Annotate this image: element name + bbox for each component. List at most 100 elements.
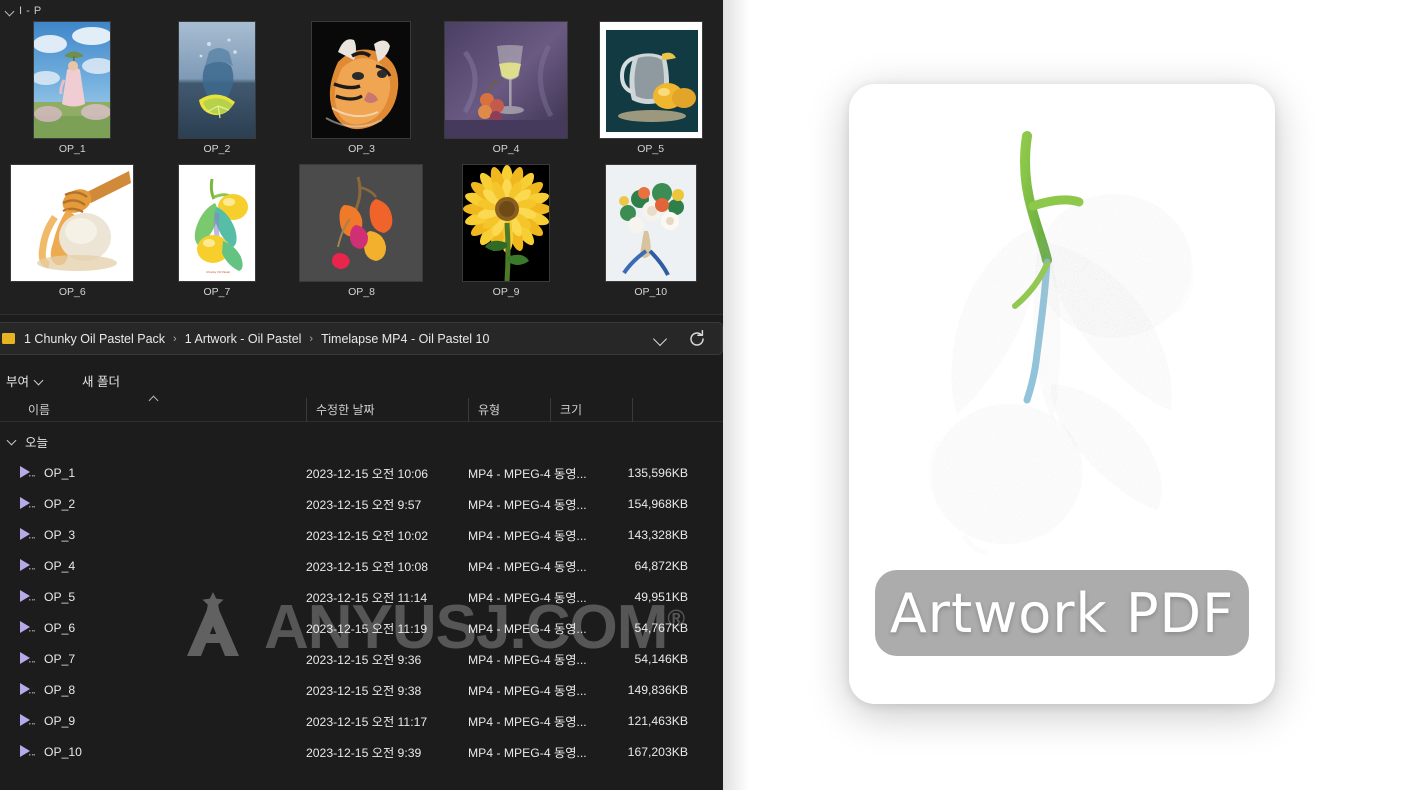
thumbnail-item[interactable]: OP_3 [289,18,434,155]
thumbnail-grid: OP_1 OP_2 OP_3 OP_4 OP_5 OP_6 Chunky Oil… [0,18,723,298]
file-type-cell: MP4 - MPEG-4 동영... [468,559,587,574]
table-row[interactable]: OP_6 2023-12-15 오전 11:19 MP4 - MPEG-4 동영..… [0,612,723,643]
thumbnail-label: OP_1 [58,143,86,155]
file-name-label: OP_6 [44,620,76,635]
thumbnail-item[interactable]: OP_4 [434,18,579,155]
thumbnail-label: OP_2 [203,143,231,155]
table-row[interactable]: OP_4 2023-12-15 오전 10:08 MP4 - MPEG-4 동영..… [0,550,723,581]
file-size-cell: 121,463KB [627,713,688,728]
file-name-label: OP_3 [44,527,76,542]
thumbnail-item[interactable]: OP_1 [0,18,145,155]
thumbnail-item[interactable]: OP_9 [434,161,579,298]
breadcrumb: 1 Chunky Oil Pastel Pack › 1 Artwork - Oil… [21,330,650,348]
video-file-icon [20,683,35,696]
thumbnail-label: OP_4 [492,143,520,155]
paste-button[interactable]: 부여 [0,367,50,394]
table-row[interactable]: OP_8 2023-12-15 오전 9:38 MP4 - MPEG-4 동영...… [0,674,723,705]
file-name-label: OP_8 [44,682,76,697]
file-size-cell: 167,203KB [627,744,688,759]
file-date-cell: 2023-12-15 오전 11:14 [306,590,428,605]
column-header-name[interactable]: 이름 [0,398,306,422]
file-type-cell: MP4 - MPEG-4 동영... [468,745,587,760]
new-folder-button-label: 새 폴더 [82,374,120,389]
table-row[interactable]: OP_7 2023-12-15 오전 9:36 MP4 - MPEG-4 동영...… [0,643,723,674]
column-header-size[interactable]: 크기 [550,397,632,422]
table-row[interactable]: OP_2 2023-12-15 오전 9:57 MP4 - MPEG-4 동영...… [0,488,723,519]
file-explorer-window: I - P OP_1 OP_2 OP_3 OP_4 OP_5 OP_6 Chun… [0,0,723,790]
file-name-cell: OP_2 [0,497,306,511]
file-date-cell: 2023-12-15 오전 11:19 [306,621,428,636]
breadcrumb-item[interactable]: 1 Chunky Oil Pastel Pack [21,330,168,348]
thumbnail-item[interactable]: OP_6 [0,161,145,298]
column-header-date-modified[interactable]: 수정한 날짜 [306,397,468,422]
tiger-portrait-thumbnail [311,21,412,139]
table-row[interactable]: OP_1 2023-12-15 오전 10:06 MP4 - MPEG-4 동영..… [0,457,723,488]
thumbnail-item[interactable]: OP_10 [578,161,723,298]
file-size-cell: 54,146KB [634,651,688,666]
command-bar: 부여 새 폴더 [0,366,723,394]
screen: I - P OP_1 OP_2 OP_3 OP_4 OP_5 OP_6 Chun… [0,0,1403,790]
lemons-on-branch-thumbnail: Chunky Oil Pastel [177,164,256,282]
file-name-cell: OP_4 [0,559,306,573]
file-type-cell: MP4 - MPEG-4 동영... [468,497,587,512]
file-date-cell: 2023-12-15 오전 10:02 [306,528,429,543]
video-file-icon [20,466,35,479]
paste-button-label: 부여 [6,374,30,389]
video-file-icon [20,497,35,510]
file-date-cell: 2023-12-15 오전 9:38 [306,683,422,698]
woman-with-parasol-thumbnail [33,21,112,139]
chevron-down-icon[interactable] [650,328,672,350]
video-file-icon [20,590,35,603]
column-header-type[interactable]: 유형 [468,397,550,422]
address-bar[interactable]: 1 Chunky Oil Pastel Pack › 1 Artwork - Oil… [0,322,723,355]
breadcrumb-separator-icon: › [173,332,177,345]
file-date-cell: 2023-12-15 오전 10:06 [306,466,429,481]
file-type-cell: MP4 - MPEG-4 동영... [468,466,587,481]
svg-text:Chunky Oil Pastel: Chunky Oil Pastel [206,270,230,274]
refresh-icon[interactable] [686,328,708,350]
file-date-cell: 2023-12-15 오전 9:39 [306,745,422,760]
artwork-pdf-banner: Artwork PDF [875,570,1249,656]
folder-icon [2,333,15,344]
pdf-preview-card[interactable]: Artwork PDF [849,84,1275,704]
file-size-cell: 135,596KB [627,465,688,480]
thumbnail-pane-header-label: I - P [19,5,42,17]
pdf-preview-stage: Artwork PDF [723,0,1403,790]
thumbnail-item[interactable]: OP_8 [289,161,434,298]
table-row[interactable]: OP_10 2023-12-15 오전 9:39 MP4 - MPEG-4 동영..… [0,736,723,767]
column-header-name-label: 이름 [28,403,51,417]
breadcrumb-item[interactable]: 1 Artwork - Oil Pastel [182,330,305,348]
thumbnail-label: OP_9 [492,286,520,298]
thumbnail-item[interactable]: OP_5 [578,18,723,155]
file-list-column-headers: 이름 수정한 날짜 유형 크기 [0,397,723,422]
file-size-cell: 154,968KB [627,496,688,511]
lemon-water-splash-thumbnail [177,21,256,139]
thumbnail-pane-header[interactable]: I - P [6,5,42,17]
file-name-label: OP_9 [44,713,76,728]
table-row[interactable]: OP_5 2023-12-15 오전 11:14 MP4 - MPEG-4 동영..… [0,581,723,612]
table-row[interactable]: OP_3 2023-12-15 오전 10:02 MP4 - MPEG-4 동영..… [0,519,723,550]
file-name-cell: OP_9 [0,714,306,728]
table-row[interactable]: OP_9 2023-12-15 오전 11:17 MP4 - MPEG-4 동영..… [0,705,723,736]
file-size-cell: 49,951KB [634,589,688,604]
thumbnail-label: OP_3 [348,143,375,155]
thumbnail-item[interactable]: Chunky Oil Pastel OP_7 [145,161,290,298]
flower-bouquet-thumbnail [604,164,697,282]
file-type-cell: MP4 - MPEG-4 동영... [468,621,587,636]
artwork-pdf-banner-label: Artwork PDF [889,581,1235,645]
sunflower-black-thumbnail [462,164,551,282]
thumbnail-item[interactable]: OP_2 [145,18,290,155]
file-name-label: OP_7 [44,651,76,666]
new-folder-button[interactable]: 새 폴더 [76,367,126,394]
file-name-cell: OP_6 [0,621,306,635]
chevron-down-icon [6,7,15,16]
column-header-size-label: 크기 [560,403,583,417]
breadcrumb-item[interactable]: Timelapse MP4 - Oil Pastel 10 [318,330,492,348]
file-list: OP_1 2023-12-15 오전 10:06 MP4 - MPEG-4 동영..… [0,457,723,767]
wine-glass-grapes-thumbnail [444,21,569,139]
lemon-artwork [899,114,1229,634]
file-group-header-today[interactable]: 오늘 [0,430,723,452]
file-name-cell: OP_3 [0,528,306,542]
file-size-cell: 54,767KB [634,620,688,635]
column-header-date-label: 수정한 날짜 [316,403,375,417]
